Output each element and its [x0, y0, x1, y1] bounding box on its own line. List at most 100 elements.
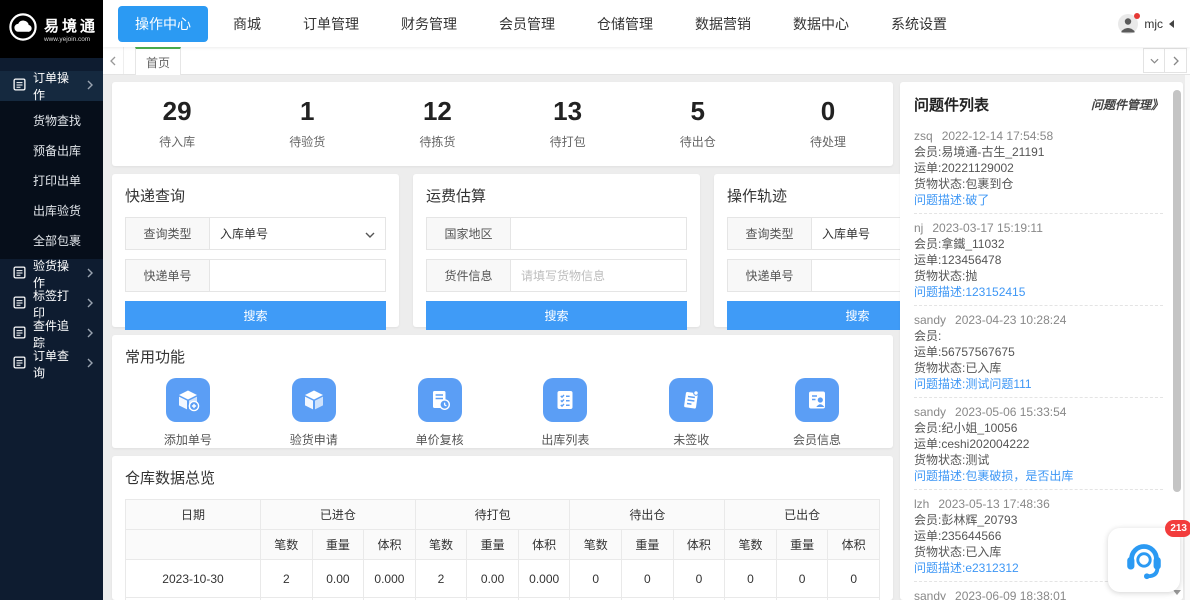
- stat-pending-pick[interactable]: 12 待拣货: [372, 98, 502, 150]
- sidebar-group-parcel-track[interactable]: 查件追踪: [0, 319, 103, 349]
- nav-tab-member-mgmt[interactable]: 会员管理: [499, 14, 555, 34]
- sidebar-group-label: 标签打印: [33, 287, 73, 321]
- table-row: 2023-10-30 2 0.00 0.000 2 0.00 0.000 0 0…: [126, 560, 880, 598]
- quick-functions-card: 常用功能 添加单号 验货申请: [112, 335, 893, 448]
- nav-tab-operation-center[interactable]: 操作中心: [118, 6, 208, 42]
- nav-tab-warehouse-mgmt[interactable]: 仓储管理: [597, 14, 653, 34]
- sidebar-group-inspect-ops[interactable]: 验货操作: [0, 259, 103, 289]
- chevron-right-icon: [87, 327, 93, 341]
- chevron-right-icon: [87, 79, 93, 93]
- problem-desc-link[interactable]: 问题描述:123152415: [914, 284, 1163, 300]
- quick-member-info[interactable]: 会员信息: [754, 378, 880, 448]
- sidebar-item-print-order[interactable]: 打印出单: [0, 165, 103, 195]
- col-group-outbound: 已出仓: [725, 500, 880, 530]
- sidebar-group-order-query[interactable]: 订单查询: [0, 349, 103, 379]
- nav-tab-mall[interactable]: 商城: [233, 14, 261, 34]
- tab-scroll-right-button[interactable]: [1165, 48, 1187, 73]
- stat-value: 1: [242, 98, 372, 124]
- quick-unsigned[interactable]: 未签收: [628, 378, 754, 448]
- user-caret-icon: [1169, 20, 1174, 28]
- warehouse-title: 仓库数据总览: [125, 467, 880, 488]
- sub-header: 重量: [467, 530, 519, 560]
- brand-name: 易境通: [44, 15, 98, 36]
- express-no-label: 快递单号: [126, 260, 210, 291]
- stat-pending-inspect[interactable]: 1 待验货: [242, 98, 372, 150]
- cube-icon: [292, 378, 336, 422]
- sidebar-item-prepare-outbound[interactable]: 预备出库: [0, 135, 103, 165]
- col-group-topack: 待打包: [415, 500, 570, 530]
- doc-clock-icon: [418, 378, 462, 422]
- stat-value: 12: [372, 98, 502, 124]
- sidebar-item-outbound-inspect[interactable]: 出库验货: [0, 195, 103, 225]
- problem-member: 会员:彭林辉_20793: [914, 512, 1163, 528]
- cargo-info-input[interactable]: [511, 260, 686, 291]
- sidebar-group-label: 订单操作: [33, 69, 73, 103]
- brand-text: 易境通 www.yejoin.com: [44, 15, 98, 43]
- cell: 0: [622, 560, 674, 598]
- quick-add-tracking[interactable]: 添加单号: [125, 378, 251, 448]
- problem-time: 2023-03-17 15:19:11: [932, 221, 1043, 235]
- col-group-inbound: 已进仓: [261, 500, 416, 530]
- query-type-label: 查询类型: [728, 218, 812, 249]
- cell: 0.00: [312, 560, 364, 598]
- problem-member: 会员:拿鐵_11032: [914, 236, 1163, 252]
- nav-tab-data-center[interactable]: 数据中心: [793, 14, 849, 34]
- scrollbar-thumb[interactable]: [1173, 90, 1181, 492]
- nav-tab-order-mgmt[interactable]: 订单管理: [303, 14, 359, 34]
- notification-dot: [1134, 13, 1140, 19]
- freight-estimate-panel: 运费估算 国家地区 货件信息 搜索: [413, 174, 700, 327]
- sub-header: 笔数: [415, 530, 467, 560]
- customer-service-widget[interactable]: 213: [1108, 528, 1180, 592]
- cell: 0: [828, 560, 880, 598]
- right-column: 问题件列表 问题件管理》 zsq2022-12-14 17:54:58 会员:易…: [900, 82, 1183, 600]
- problem-status: 货物状态:包裹到仓: [914, 176, 1163, 192]
- sidebar-group-label: 订单查询: [33, 347, 73, 381]
- tab-dropdown-button[interactable]: [1143, 48, 1165, 73]
- problems-manage-link[interactable]: 问题件管理》: [1091, 96, 1163, 113]
- sub-header: 笔数: [725, 530, 777, 560]
- freight-search-button[interactable]: 搜索: [426, 301, 687, 330]
- quick-price-review[interactable]: 单价复核: [377, 378, 503, 448]
- box-add-icon: [166, 378, 210, 422]
- stat-value: 29: [112, 98, 242, 124]
- query-type-select[interactable]: 入库单号: [210, 218, 385, 249]
- cell: 0: [725, 560, 777, 598]
- nav-tab-system-settings[interactable]: 系统设置: [891, 14, 947, 34]
- sidebar-item-cargo-search[interactable]: 货物查找: [0, 105, 103, 135]
- nav-tab-data-marketing[interactable]: 数据营销: [695, 14, 751, 34]
- problem-user: nj: [914, 221, 923, 235]
- problem-desc-link[interactable]: 问题描述:测试问题111: [914, 376, 1163, 392]
- doc-icon: [13, 296, 26, 312]
- sidebar-group-label-print[interactable]: 标签打印: [0, 289, 103, 319]
- nav-tab-finance-mgmt[interactable]: 财务管理: [401, 14, 457, 34]
- stat-pending-process[interactable]: 0 待处理: [763, 98, 893, 150]
- warehouse-table: 日期 已进仓 待打包 待出仓 已出仓 笔数 重量 体积 笔数 重量: [125, 499, 880, 600]
- brand-logo[interactable]: 易境通 www.yejoin.com: [0, 0, 103, 58]
- problem-waybill: 运单:123456478: [914, 252, 1163, 268]
- sidebar-group-order-ops[interactable]: 订单操作: [0, 71, 103, 101]
- quick-label: 单价复核: [416, 431, 464, 448]
- problem-user: sandy: [914, 313, 946, 327]
- stat-pending-inbound[interactable]: 29 待入库: [112, 98, 242, 150]
- country-input[interactable]: [511, 218, 686, 249]
- problem-desc-link[interactable]: 问题描述:包裹破损，是否出库: [914, 468, 1163, 484]
- stat-pending-pack[interactable]: 13 待打包: [503, 98, 633, 150]
- problem-user: sandy: [914, 405, 946, 419]
- problem-item: zsq2022-12-14 17:54:58 会员:易境通-古生_21191 运…: [914, 128, 1163, 214]
- tab-scroll-left-button[interactable]: [103, 47, 124, 74]
- quick-outbound-list[interactable]: 出库列表: [502, 378, 628, 448]
- problem-user: lzh: [914, 497, 929, 511]
- cell: 2: [261, 560, 313, 598]
- sidebar-item-all-packages[interactable]: 全部包裹: [0, 225, 103, 255]
- express-no-input[interactable]: [210, 260, 385, 291]
- scroll-down-arrow-icon[interactable]: [1173, 590, 1181, 595]
- tab-home[interactable]: 首页: [135, 47, 181, 75]
- cell: 2: [415, 560, 467, 598]
- username: mjc: [1144, 17, 1163, 31]
- user-menu[interactable]: mjc: [1118, 14, 1174, 34]
- quick-inspect-apply[interactable]: 验货申请: [251, 378, 377, 448]
- express-search-button[interactable]: 搜索: [125, 301, 386, 330]
- stat-pending-outbound[interactable]: 5 待出仓: [633, 98, 763, 150]
- col-header-date: 日期: [126, 500, 261, 530]
- problem-desc-link[interactable]: 问题描述:破了: [914, 192, 1163, 208]
